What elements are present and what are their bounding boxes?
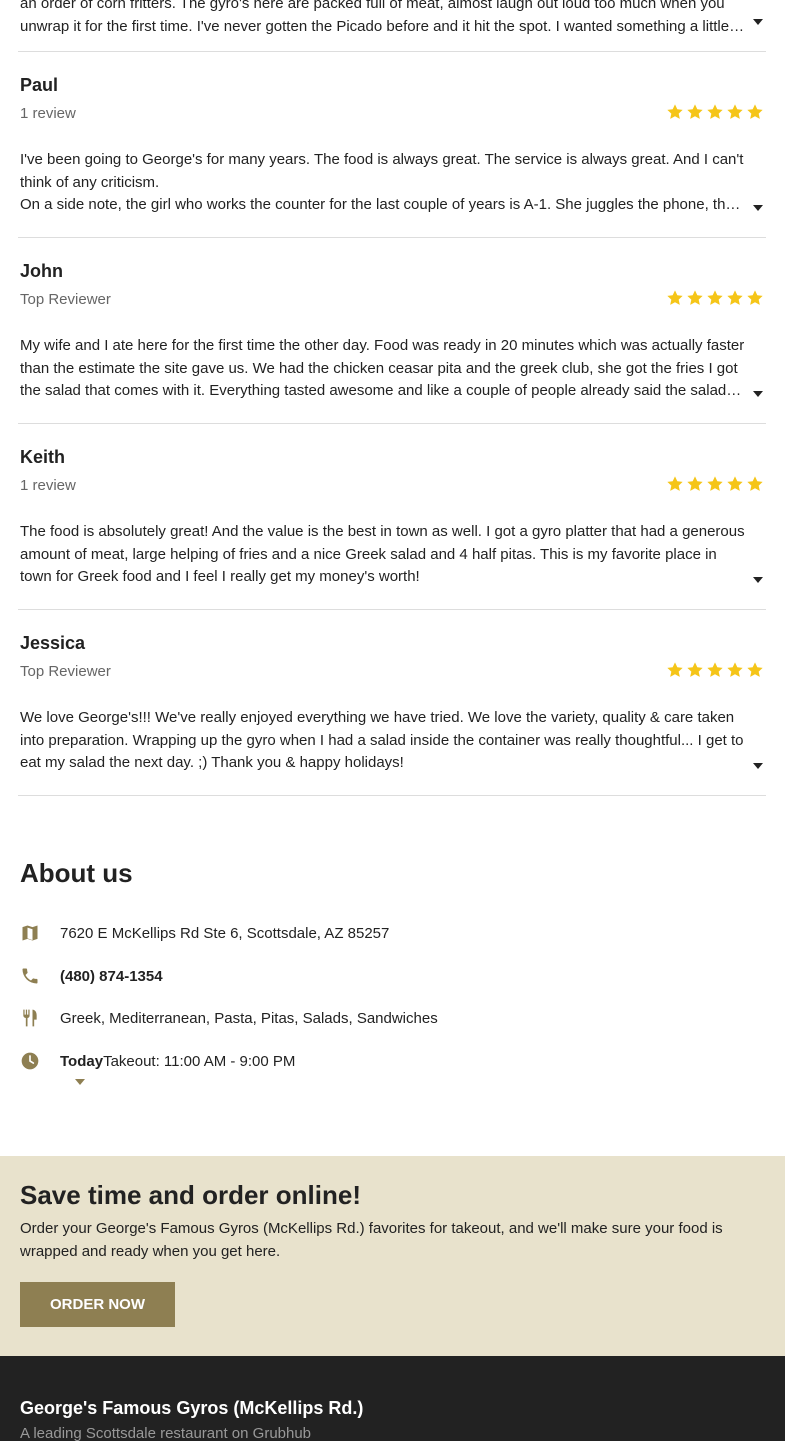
review-line: think of any criticism. <box>20 173 160 191</box>
review-line: My wife and I ate here for the first tim… <box>20 337 745 354</box>
review-line: On a side note, the girl who works the c… <box>20 196 745 213</box>
review-line: the salad that comes with it. Everything… <box>20 382 745 399</box>
review-text: My wife and I ate here for the first tim… <box>20 335 745 403</box>
star-icon <box>687 104 703 119</box>
footer-tagline: A leading Scottsdale restaurant on Grubh… <box>20 1425 312 1441</box>
reviewer-name: John <box>20 261 63 281</box>
expand-review-caret-icon[interactable] <box>752 17 764 27</box>
cuisine-text: Greek, Mediterranean, Pasta, Pitas, Sala… <box>60 1009 438 1027</box>
star-icon <box>727 476 743 491</box>
review-line: unwrap it for the first time. I've never… <box>20 17 745 35</box>
review-line: an order of corn fritters. The gyro's he… <box>20 0 725 12</box>
promo-text: Order your George's Famous Gyros (McKell… <box>20 1220 723 1260</box>
promo-title: Save time and order online! <box>20 1180 361 1210</box>
review-line: into preparation. Wrapping up the gyro w… <box>20 731 744 749</box>
review-line: than the estimate the site gave us. We h… <box>20 359 738 377</box>
star-icon <box>747 662 763 677</box>
star-icon <box>707 290 723 305</box>
hours-expand-caret-icon[interactable] <box>75 1079 85 1087</box>
star-icon <box>707 662 723 677</box>
hours-row[interactable]: Today Takeout: 11:00 AM - 9:00 PM <box>20 1049 295 1073</box>
expand-review-caret-icon[interactable] <box>752 389 764 399</box>
review-item-partial: an order of corn fritters. The gyro's he… <box>18 0 766 52</box>
star-icon <box>667 290 683 305</box>
footer-restaurant-name: George's Famous Gyros (McKellips Rd.) <box>20 1398 364 1418</box>
footer: George's Famous Gyros (McKellips Rd.) A … <box>0 1356 785 1441</box>
star-rating <box>666 661 764 679</box>
clock-icon <box>20 1051 40 1071</box>
hours-text: Takeout: 11:00 AM - 9:00 PM <box>103 1052 296 1070</box>
review-text: an order of corn fritters. The gyro's he… <box>20 0 745 38</box>
star-icon <box>727 662 743 677</box>
phone-icon <box>20 966 40 986</box>
expand-review-caret-icon[interactable] <box>752 575 764 585</box>
order-online-banner: Save time and order online! Order your G… <box>0 1156 785 1356</box>
star-rating <box>666 289 764 307</box>
review-item: Keith 1 review The food is absolutely gr… <box>18 447 766 610</box>
map-icon <box>20 923 40 943</box>
expand-review-caret-icon[interactable] <box>752 761 764 771</box>
star-icon <box>687 290 703 305</box>
star-icon <box>747 104 763 119</box>
review-line: I've been going to George's for many yea… <box>20 151 744 168</box>
review-item: Jessica Top Reviewer We love George's!!!… <box>18 633 766 796</box>
star-icon <box>727 290 743 305</box>
order-now-button[interactable]: ORDER NOW <box>20 1282 175 1327</box>
review-line: eat my salad the next day. ;) Thank you … <box>20 754 404 771</box>
review-line: town for Greek food and I feel I really … <box>20 568 420 585</box>
star-icon <box>707 476 723 491</box>
review-text: I've been going to George's for many yea… <box>20 149 745 217</box>
star-icon <box>687 662 703 677</box>
cuisine-row: Greek, Mediterranean, Pasta, Pitas, Sala… <box>20 1006 438 1030</box>
address-row: 7620 E McKellips Rd Ste 6, Scottsdale, A… <box>20 921 389 945</box>
reviewer-meta: 1 review <box>20 477 76 494</box>
reviewer-meta: Top Reviewer <box>20 291 111 308</box>
phone-link[interactable]: (480) 874-1354 <box>60 968 163 985</box>
star-rating <box>666 103 764 121</box>
review-item: John Top Reviewer My wife and I ate here… <box>18 261 766 424</box>
star-rating <box>666 475 764 493</box>
star-icon <box>667 104 683 119</box>
star-icon <box>727 104 743 119</box>
star-icon <box>707 104 723 119</box>
review-item: Paul 1 review I've been going to George'… <box>18 75 766 238</box>
review-text: The food is absolutely great! And the va… <box>20 521 745 589</box>
reviewer-name: Jessica <box>20 633 86 653</box>
expand-review-caret-icon[interactable] <box>752 203 764 213</box>
star-icon <box>687 476 703 491</box>
reviewer-name: Paul <box>20 75 59 95</box>
reviewer-meta: 1 review <box>20 105 76 122</box>
star-icon <box>667 662 683 677</box>
hours-day: Today <box>60 1052 104 1070</box>
review-text: We love George's!!! We've really enjoyed… <box>20 707 745 775</box>
star-icon <box>747 476 763 491</box>
reviewer-name: Keith <box>20 447 65 467</box>
about-title: About us <box>20 858 133 888</box>
review-line: We love George's!!! We've really enjoyed… <box>20 709 735 726</box>
fork-knife-icon <box>20 1008 40 1028</box>
star-icon <box>667 476 683 491</box>
reviewer-meta: Top Reviewer <box>20 663 111 680</box>
star-icon <box>747 290 763 305</box>
review-line: amount of meat, large helping of fries a… <box>20 545 717 563</box>
address-text: 7620 E McKellips Rd Ste 6, Scottsdale, A… <box>60 924 390 942</box>
review-line: The food is absolutely great! And the va… <box>20 523 745 540</box>
phone-row[interactable]: (480) 874-1354 <box>20 964 163 988</box>
